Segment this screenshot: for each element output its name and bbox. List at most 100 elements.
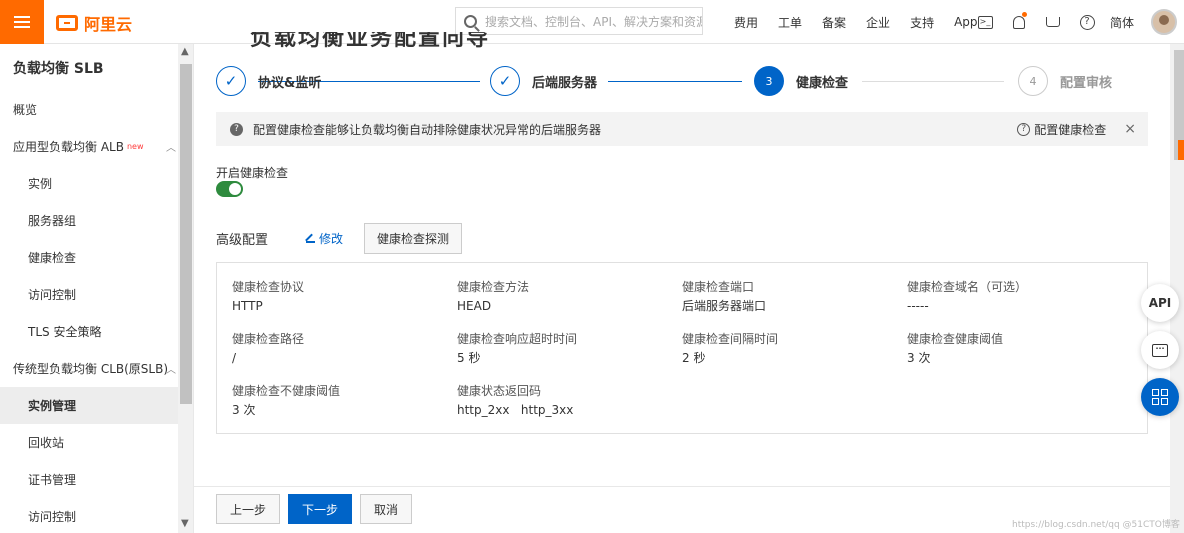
menu-icon[interactable]: [0, 0, 44, 44]
apps-icon: [1152, 389, 1168, 405]
chevron-up-icon[interactable]: ︿: [166, 361, 176, 376]
search-input[interactable]: 搜索文档、控制台、API、解决方案和资源: [455, 7, 703, 35]
config-value: 2 秒: [682, 351, 706, 365]
language-switch[interactable]: 简体: [1110, 14, 1134, 31]
config-item: 健康检查方法 HEAD: [457, 278, 529, 316]
step-label: 健康检查: [796, 75, 849, 91]
config-item: 健康检查域名（可选） -----: [907, 278, 1027, 316]
apps-float-button[interactable]: [1141, 378, 1179, 416]
cart-icon[interactable]: [1045, 14, 1061, 30]
config-item: 健康检查不健康阈值 3 次: [232, 382, 340, 420]
step-number: 3: [754, 66, 784, 96]
config-value: http_2xx http_3xx: [457, 403, 574, 417]
config-key: 健康检查路径: [232, 332, 305, 346]
sidebar-item[interactable]: 证书管理: [0, 461, 178, 498]
sidebar-item-label: 证书管理: [28, 473, 77, 487]
sidebar-item-label: 传统型负载均衡 CLB(原SLB): [13, 362, 169, 376]
nav-support[interactable]: 支持: [910, 14, 934, 31]
sidebar-item[interactable]: 概览: [0, 91, 178, 128]
sidebar-item-label: 概览: [13, 103, 38, 117]
config-value: /: [232, 351, 237, 365]
health-check-doc-link[interactable]: ? 配置健康检查: [1017, 121, 1106, 138]
health-probe-button[interactable]: 健康检查探测: [364, 223, 462, 254]
sidebar-item[interactable]: 服务器组: [0, 202, 178, 239]
sidebar-item[interactable]: 实例管理: [0, 387, 178, 424]
config-item: 健康状态返回码 http_2xx http_3xx: [457, 382, 573, 420]
sidebar-item[interactable]: TLS 安全策略: [0, 313, 178, 350]
config-item: 健康检查端口 后端服务器端口: [682, 278, 766, 316]
new-badge: new: [126, 142, 144, 151]
step-connector: [608, 81, 742, 82]
sidebar-item[interactable]: 回收站: [0, 424, 178, 461]
sidebar-item-label: 实例: [28, 177, 53, 191]
step-2: ✓ 后端服务器: [490, 66, 597, 96]
feedback-tab[interactable]: [1178, 140, 1184, 160]
config-item: 健康检查路径 /: [232, 330, 304, 368]
top-icons: >_ ?: [977, 0, 1095, 44]
health-check-toggle[interactable]: [216, 181, 243, 197]
scroll-down-icon[interactable]: ▼: [181, 518, 189, 529]
sidebar-title: 负载均衡 SLB: [13, 61, 104, 77]
edit-link[interactable]: 修改: [306, 230, 343, 247]
sidebar-item-label: 服务器组: [28, 214, 77, 228]
scroll-up-icon[interactable]: ▲: [181, 46, 189, 57]
config-key: 健康检查不健康阈值: [232, 384, 341, 398]
config-key: 健康检查健康阈值: [907, 332, 1004, 346]
config-value: HTTP: [232, 299, 263, 313]
sidebar-item[interactable]: 访问控制: [0, 498, 178, 533]
help-circle-icon: ?: [1017, 122, 1031, 136]
sidebar-item[interactable]: 健康检查: [0, 239, 178, 276]
step-label: 协议&监听: [258, 75, 322, 91]
help-icon[interactable]: ?: [1079, 14, 1095, 30]
sidebar-item[interactable]: 应用型负载均衡 ALB new ︿: [0, 128, 178, 165]
config-key: 健康检查方法: [457, 280, 530, 294]
nav-tickets[interactable]: 工单: [778, 14, 802, 31]
config-value: 后端服务器端口: [682, 299, 767, 313]
step-1: ✓ 协议&监听: [216, 66, 321, 96]
close-icon[interactable]: ×: [1124, 121, 1136, 137]
nav-app[interactable]: App: [954, 15, 977, 29]
cancel-button[interactable]: 取消: [360, 494, 412, 524]
sidebar-item-label: 健康检查: [28, 251, 77, 265]
sidebar-item[interactable]: 访问控制: [0, 276, 178, 313]
nav-fees[interactable]: 费用: [734, 14, 758, 31]
tip-text: 配置健康检查能够让负载均衡自动排除健康状况异常的后端服务器: [253, 122, 602, 137]
bell-icon[interactable]: [1011, 12, 1027, 30]
sidebar-item-label: TLS 安全策略: [28, 325, 102, 339]
edit-label: 修改: [319, 232, 344, 246]
config-value: -----: [907, 299, 929, 313]
sidebar-item[interactable]: 传统型负载均衡 CLB(原SLB) ︿: [0, 350, 178, 387]
config-value: 3 次: [907, 351, 931, 365]
sidebar: 负载均衡 SLB 概览应用型负载均衡 ALB new ︿ 实例服务器组健康检查访问控制…: [0, 44, 194, 533]
nav-enterprise[interactable]: 企业: [866, 14, 890, 31]
config-item: 健康检查健康阈值 3 次: [907, 330, 1003, 368]
chevron-up-icon[interactable]: ︿: [166, 139, 176, 154]
chat-float-button[interactable]: ···: [1141, 331, 1179, 369]
page-title: 负载均衡业务配置向导: [250, 32, 491, 51]
config-item: 健康检查间隔时间 2 秒: [682, 330, 778, 368]
terminal-icon[interactable]: >_: [977, 14, 993, 30]
sidebar-item-label: 应用型负载均衡 ALB: [13, 140, 124, 154]
chat-icon: ···: [1152, 343, 1168, 357]
sidebar-item-label: 实例管理: [28, 399, 77, 413]
config-value: 3 次: [232, 403, 256, 417]
next-button[interactable]: 下一步: [288, 494, 352, 524]
step-label: 配置审核: [1060, 75, 1113, 91]
search-placeholder: 搜索文档、控制台、API、解决方案和资源: [485, 14, 703, 29]
watermark: https://blog.csdn.net/qq @51CTO博客: [1012, 520, 1180, 530]
pencil-icon: [306, 234, 315, 243]
nav-icp[interactable]: 备案: [822, 14, 846, 31]
advanced-config-label: 高级配置: [216, 233, 269, 248]
step-3: 3 健康检查: [754, 66, 848, 96]
logo[interactable]: 阿里云: [56, 11, 132, 35]
step-4: 4 配置审核: [1018, 66, 1112, 96]
top-bar: 阿里云 搜索文档、控制台、API、解决方案和资源 费用 工单 备案 企业 支持 …: [0, 0, 1184, 44]
prev-button[interactable]: 上一步: [216, 494, 280, 524]
top-nav: 费用 工单 备案 企业 支持 App: [734, 0, 978, 44]
api-float-button[interactable]: API: [1141, 284, 1179, 322]
sidebar-item[interactable]: 实例: [0, 165, 178, 202]
config-key: 健康检查协议: [232, 280, 305, 294]
config-value: 5 秒: [457, 351, 481, 365]
avatar[interactable]: [1151, 9, 1177, 35]
sidebar-scroll-thumb[interactable]: [180, 64, 192, 404]
